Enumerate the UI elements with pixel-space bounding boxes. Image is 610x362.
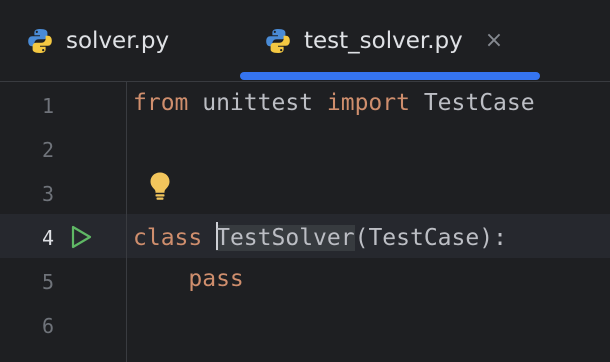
keyword: from bbox=[133, 90, 189, 116]
class-name: TestSolver bbox=[216, 225, 355, 251]
tab-label: test_solver.py bbox=[304, 28, 463, 54]
keyword: import bbox=[326, 90, 410, 116]
tab-label: solver.py bbox=[66, 28, 170, 54]
editor-window: solver.py test_solver.py × 1 2 3 4 5 6 f… bbox=[0, 0, 610, 362]
line-number: 3 bbox=[41, 182, 55, 206]
editor-tab-bar: solver.py test_solver.py × bbox=[0, 0, 610, 82]
active-tab-indicator bbox=[240, 72, 540, 80]
python-icon bbox=[28, 29, 52, 53]
tab-solver-py[interactable]: solver.py bbox=[26, 0, 169, 82]
lightbulb-icon[interactable] bbox=[147, 171, 173, 201]
line-number-gutter: 1 2 3 4 5 6 bbox=[0, 82, 127, 362]
line-number-current: 4 bbox=[41, 226, 55, 250]
code-line-5[interactable]: pass bbox=[133, 266, 244, 292]
python-icon bbox=[266, 29, 290, 53]
close-icon[interactable]: × bbox=[485, 30, 503, 52]
keyword: class bbox=[133, 225, 203, 251]
code-line-4[interactable]: class TestSolver(TestCase): bbox=[133, 222, 507, 251]
line-number: 2 bbox=[41, 138, 55, 162]
base-class: (TestCase): bbox=[354, 225, 507, 251]
symbol-highlight: TestSolver bbox=[216, 222, 355, 251]
tab-test-solver-py[interactable]: test_solver.py × bbox=[264, 0, 503, 82]
module-name: unittest bbox=[188, 90, 327, 116]
code-line-1[interactable]: from unittest import TestCase bbox=[133, 90, 535, 116]
run-test-icon[interactable] bbox=[68, 224, 94, 250]
keyword: pass bbox=[188, 266, 244, 292]
imported-name: TestCase bbox=[409, 90, 535, 116]
line-number: 6 bbox=[41, 314, 55, 338]
line-number: 5 bbox=[41, 270, 55, 294]
line-number: 1 bbox=[41, 94, 55, 118]
